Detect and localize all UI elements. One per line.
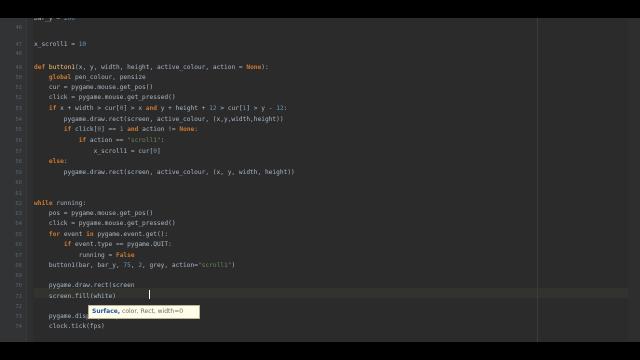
line-number: 62 <box>15 201 22 207</box>
line-number: 56 <box>15 138 22 144</box>
line-number: 46 <box>15 25 22 31</box>
line-number: 65 <box>15 232 22 238</box>
line-number: 61 <box>15 191 22 197</box>
line-number: 73 <box>15 314 22 320</box>
code-line[interactable]: 71 screen.fill(white) <box>0 292 628 302</box>
line-number: 71 <box>15 294 22 300</box>
code-text[interactable]: x_scroll1 = cur[0] <box>34 147 161 157</box>
code-text[interactable]: global pen_colour, pensize <box>34 73 146 83</box>
line-number: 66 <box>15 242 22 248</box>
parameter-info-tooltip: Surface, color, Rect, width=0 <box>88 305 200 319</box>
code-text[interactable]: click = pygame.mouse.get_pressed() <box>34 219 176 229</box>
line-number: 60 <box>15 180 22 186</box>
line-number: 69 <box>15 273 22 279</box>
text-caret <box>149 290 150 299</box>
code-text[interactable]: if x + width > cur[0] > x and y + height… <box>34 104 288 114</box>
line-number: 72 <box>15 304 22 310</box>
code-text[interactable]: else: <box>34 157 68 167</box>
code-text[interactable]: screen.fill(white) <box>34 292 116 302</box>
code-line[interactable]: 57 x_scroll1 = cur[0] <box>0 147 628 157</box>
code-text[interactable]: pygame.draw.rect(screen, active_colour, … <box>34 115 284 125</box>
code-line[interactable]: 68 button1(bar, bar_y, 75, 2, grey, acti… <box>0 261 628 271</box>
code-text[interactable]: cur = pygame.mouse.get_pos() <box>34 83 153 93</box>
line-number: 68 <box>15 263 22 269</box>
line-number: 63 <box>15 211 22 217</box>
line-number: 74 <box>15 324 22 330</box>
line-number: 51 <box>15 85 22 91</box>
line-number: 50 <box>15 75 22 81</box>
editor-scrollbar[interactable] <box>628 18 640 342</box>
code-line[interactable]: 74 clock.tick(fps) <box>0 322 628 332</box>
code-text[interactable]: for event in pygame.event.get(): <box>34 230 168 240</box>
line-number: 53 <box>15 106 22 112</box>
code-line[interactable]: 58 else: <box>0 157 628 167</box>
code-line[interactable]: 51 cur = pygame.mouse.get_pos() <box>0 83 628 93</box>
code-line[interactable]: 55 if click[0] == 1 and action != None: <box>0 125 628 135</box>
line-number: 70 <box>15 283 22 289</box>
code-text[interactable]: button1(bar, bar_y, 75, 2, grey, action=… <box>34 261 235 271</box>
code-line[interactable]: 48 <box>0 49 628 59</box>
code-line[interactable]: 67 running = False <box>0 251 628 261</box>
code-line[interactable]: 46 <box>0 23 628 33</box>
code-text[interactable]: running = False <box>34 251 135 261</box>
line-number: 64 <box>15 221 22 227</box>
code-line[interactable]: 60 <box>0 178 628 188</box>
code-text[interactable]: if click[0] == 1 and action != None: <box>34 125 198 135</box>
line-number: 54 <box>15 117 22 123</box>
bottom-letterbox <box>0 342 640 360</box>
code-line[interactable]: 61 <box>0 189 628 199</box>
code-line[interactable]: 53 if x + width > cur[0] > x and y + hei… <box>0 104 628 114</box>
line-number: 55 <box>15 127 22 133</box>
code-text[interactable]: pos = pygame.mouse.get_pos() <box>34 209 153 219</box>
code-line[interactable]: 66 if event.type == pygame.QUIT: <box>0 240 628 250</box>
code-line[interactable]: 59 pygame.draw.rect(screen, active_colou… <box>0 168 628 178</box>
code-text[interactable]: if action == "scroll1": <box>34 136 165 146</box>
code-line[interactable]: 56 if action == "scroll1": <box>0 136 628 146</box>
top-letterbox <box>0 0 640 18</box>
line-number: 48 <box>15 51 22 57</box>
line-number: 52 <box>15 95 22 101</box>
code-line[interactable]: 52 click = pygame.mouse.get_pressed() <box>0 93 628 103</box>
code-line[interactable]: 65 for event in pygame.event.get(): <box>0 230 628 240</box>
code-line[interactable]: 70 pygame.draw.rect(screen <box>0 281 628 291</box>
line-number: 67 <box>15 253 22 259</box>
code-line[interactable]: 62 while running: <box>0 199 628 209</box>
code-text[interactable]: if event.type == pygame.QUIT: <box>34 240 172 250</box>
line-number: 59 <box>15 170 22 176</box>
code-text[interactable]: pygame.draw.rect(screen, active_colour, … <box>34 168 295 178</box>
code-text[interactable]: clock.tick(fps) <box>34 322 105 332</box>
tooltip-other-params: color, Rect, width=0 <box>120 308 184 315</box>
code-lines[interactable]: bar_y = 200 46 47 x_scroll1 = 10 48 49 def but… <box>0 18 628 342</box>
code-line[interactable]: 63 pos = pygame.mouse.get_pos() <box>0 209 628 219</box>
code-line[interactable]: 50 global pen_colour, pensize <box>0 73 628 83</box>
code-line[interactable]: 49 def button1(x, y, width, height, activ… <box>0 63 628 73</box>
code-line[interactable]: 69 <box>0 271 628 281</box>
code-text[interactable]: click = pygame.mouse.get_pressed() <box>34 93 176 103</box>
line-number: 49 <box>15 65 22 71</box>
code-editor[interactable]: bar_y = 200 46 47 x_scroll1 = 10 48 49 def but… <box>0 18 640 342</box>
code-text[interactable]: pygame.draw.rect(screen <box>34 281 135 291</box>
line-number: 58 <box>15 159 22 165</box>
code-text[interactable]: def button1(x, y, width, height, active_… <box>34 63 269 73</box>
tooltip-current-param: Surface, <box>92 308 121 315</box>
code-line[interactable]: 54 pygame.draw.rect(screen, active_colou… <box>0 115 628 125</box>
code-line[interactable]: 64 click = pygame.mouse.get_pressed() <box>0 219 628 229</box>
line-number: 57 <box>15 149 22 155</box>
code-text[interactable]: while running: <box>34 199 86 209</box>
